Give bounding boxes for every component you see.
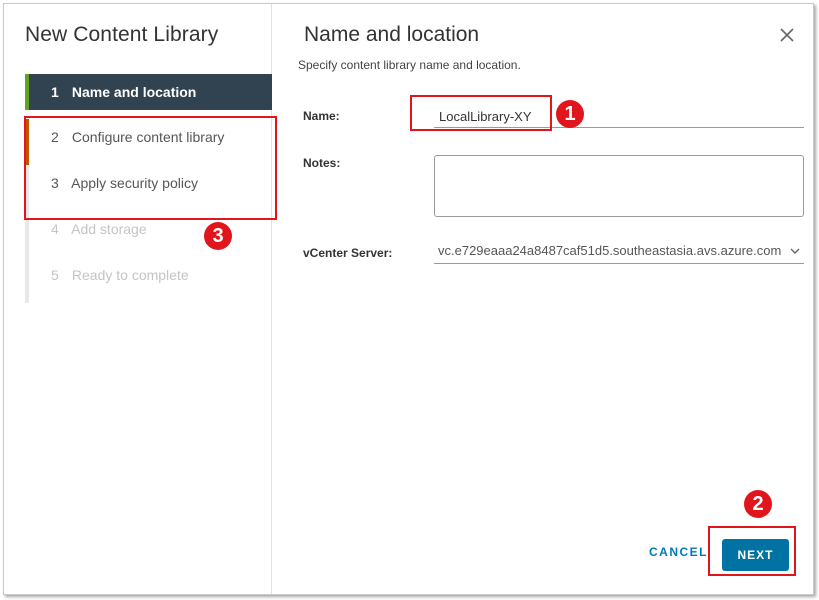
annotation-box-steps [24, 116, 277, 220]
vcenter-server-select[interactable]: vc.e729eaaa24a8487caf51d5.southeastasia.… [434, 240, 804, 264]
notes-label: Notes: [303, 156, 341, 170]
step-label: Name and location [71, 84, 197, 100]
annotation-box-next [708, 526, 796, 576]
name-label: Name: [303, 109, 340, 123]
page-title: Name and location [304, 23, 480, 46]
close-icon [780, 28, 794, 42]
wizard-title: New Content Library [25, 23, 219, 46]
step-ready-to-complete: 5 Ready to complete [25, 257, 272, 303]
notes-textarea[interactable] [434, 155, 804, 217]
annotation-badge-3: 3 [204, 222, 232, 250]
annotation-badge-2: 2 [744, 490, 772, 518]
page-subtitle: Specify content library name and locatio… [298, 58, 521, 72]
vcenter-server-label: vCenter Server: [303, 246, 393, 260]
step-number: 5 [51, 267, 59, 283]
annotation-badge-1: 1 [556, 100, 584, 128]
vcenter-server-value: vc.e729eaaa24a8487caf51d5.southeastasia.… [438, 243, 782, 258]
step-number: 1 [51, 84, 59, 100]
step-label: Add storage [71, 221, 147, 237]
new-content-library-dialog: New Content Library 1 Name and location … [3, 3, 814, 595]
step-label: Ready to complete [71, 267, 189, 283]
step-name-and-location[interactable]: 1 Name and location [25, 74, 272, 110]
annotation-box-name [410, 95, 552, 131]
cancel-button[interactable]: CANCEL [649, 545, 708, 559]
close-button[interactable] [778, 26, 796, 44]
wizard-steps-pane: New Content Library 1 Name and location … [4, 4, 272, 594]
chevron-down-icon [790, 248, 800, 254]
